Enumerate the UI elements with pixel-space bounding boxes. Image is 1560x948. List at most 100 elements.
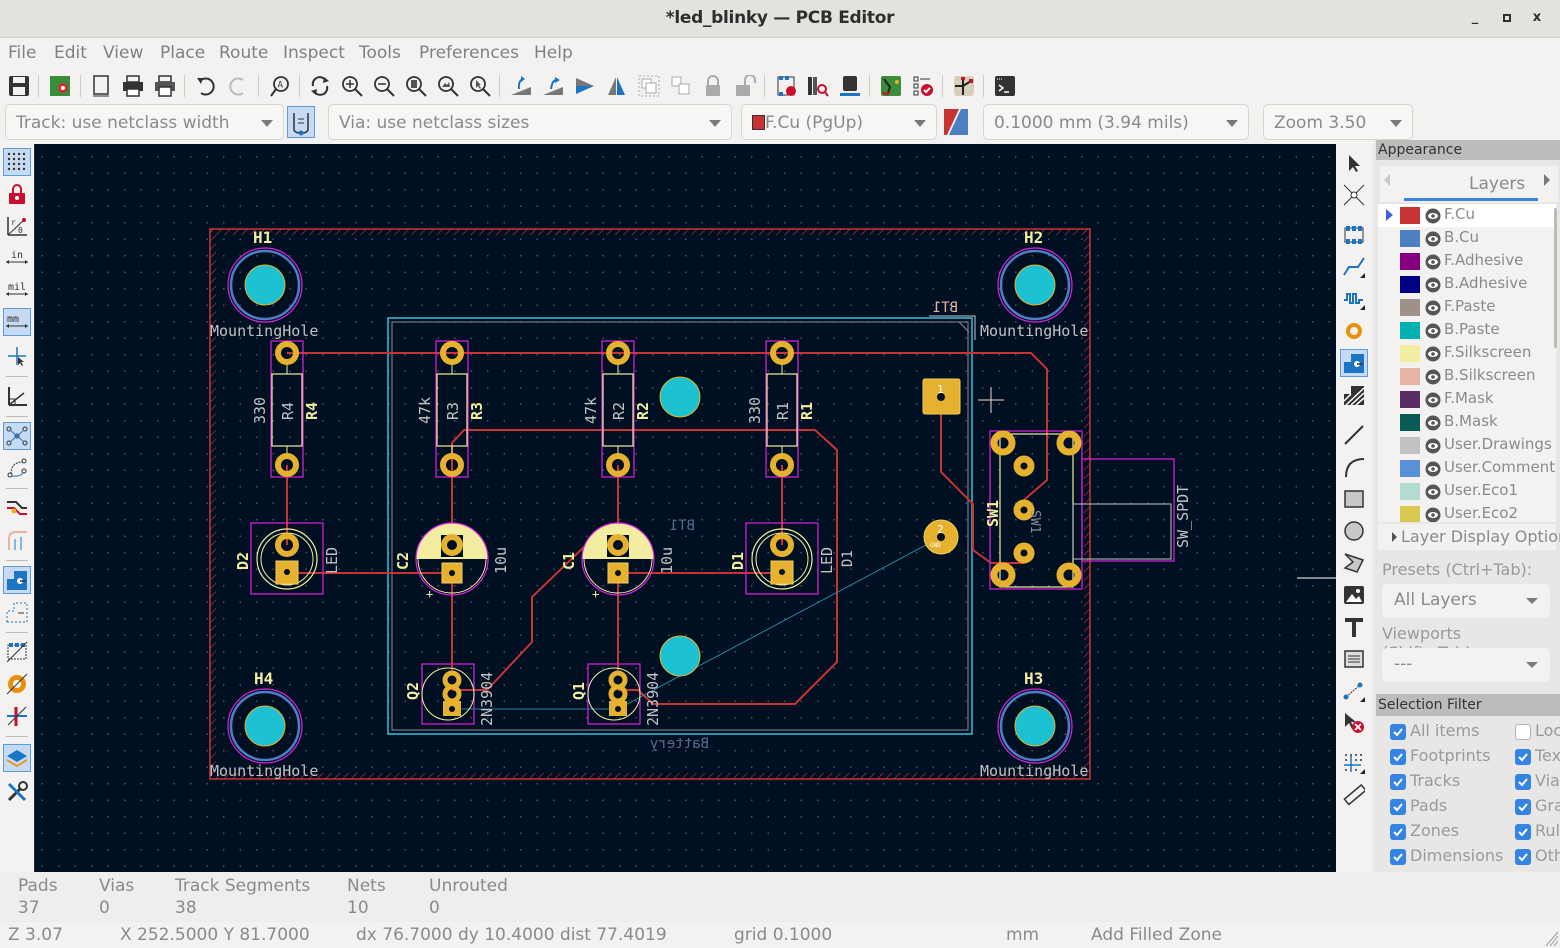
find-icon[interactable]: A bbox=[266, 72, 294, 100]
rectangle-icon[interactable] bbox=[1340, 485, 1368, 513]
layer-color-swatch[interactable] bbox=[1400, 230, 1420, 247]
layer-row[interactable]: B.Silkscreen bbox=[1378, 365, 1556, 388]
resize-grip-icon[interactable] bbox=[1544, 930, 1558, 946]
eye-icon[interactable] bbox=[1425, 300, 1441, 316]
tab-scroll-left[interactable] bbox=[1384, 174, 1390, 186]
units-mm-icon[interactable]: mm bbox=[3, 308, 31, 336]
layer-row[interactable]: B.Paste bbox=[1378, 319, 1556, 342]
grid-origin-icon[interactable] bbox=[1340, 749, 1368, 777]
filter-checkbox[interactable] bbox=[1390, 774, 1406, 790]
footprint-browser-icon[interactable] bbox=[804, 72, 832, 100]
pcb-drawing[interactable]: H1 MountingHole H2 MountingHole H3 MountingHo… bbox=[35, 144, 1336, 872]
layer-color-swatch[interactable] bbox=[1400, 483, 1420, 500]
eye-icon[interactable] bbox=[1425, 208, 1441, 224]
filter-checkbox[interactable] bbox=[1515, 824, 1531, 840]
eye-icon[interactable] bbox=[1425, 392, 1441, 408]
filter-checkbox[interactable] bbox=[1515, 799, 1531, 815]
select-icon[interactable] bbox=[1340, 149, 1368, 177]
zoom-objects-icon[interactable] bbox=[434, 72, 462, 100]
menu-preferences[interactable]: Preferences bbox=[419, 43, 519, 63]
minimize-button[interactable]: _ bbox=[1465, 8, 1485, 28]
zone-icon[interactable] bbox=[1340, 349, 1368, 377]
filter-checkbox[interactable] bbox=[1515, 849, 1531, 865]
update-pcb-icon[interactable] bbox=[877, 72, 905, 100]
filter-checkbox[interactable] bbox=[1515, 724, 1531, 740]
layer-row[interactable]: B.Cu bbox=[1378, 227, 1556, 250]
scripting-console-icon[interactable] bbox=[991, 72, 1019, 100]
drc-icon[interactable] bbox=[909, 72, 937, 100]
units-inch-icon[interactable]: in bbox=[3, 244, 31, 272]
local-ratsnest-icon[interactable] bbox=[1340, 181, 1368, 209]
tune-length-icon[interactable] bbox=[1340, 285, 1368, 313]
filter-checkbox[interactable] bbox=[1390, 824, 1406, 840]
maximize-button[interactable] bbox=[1497, 8, 1517, 28]
origin-icon[interactable] bbox=[3, 382, 31, 410]
textbox-icon[interactable] bbox=[1340, 645, 1368, 673]
image-icon[interactable] bbox=[1340, 581, 1368, 609]
board-setup-icon[interactable] bbox=[46, 72, 74, 100]
layer-row[interactable]: B.Adhesive bbox=[1378, 273, 1556, 296]
redo-icon[interactable] bbox=[224, 72, 252, 100]
unlock-icon[interactable] bbox=[731, 72, 759, 100]
3d-viewer-icon[interactable] bbox=[836, 72, 864, 100]
auto-width-toggle[interactable] bbox=[287, 106, 315, 138]
grid-toggle-icon[interactable] bbox=[3, 148, 31, 176]
rotate-cw-icon[interactable] bbox=[539, 72, 567, 100]
grid-select[interactable]: 0.1000 mm (3.94 mils) bbox=[983, 104, 1249, 140]
menu-edit[interactable]: Edit bbox=[54, 43, 87, 63]
footprint-add-icon[interactable] bbox=[1340, 221, 1368, 249]
dimension-icon[interactable] bbox=[1340, 677, 1368, 705]
page-settings-icon[interactable] bbox=[87, 72, 115, 100]
undo-icon[interactable] bbox=[192, 72, 220, 100]
zone-outline-icon[interactable] bbox=[3, 598, 31, 626]
layer-row[interactable]: F.Mask bbox=[1378, 388, 1556, 411]
layer-color-swatch[interactable] bbox=[1400, 506, 1420, 522]
route-track-icon[interactable] bbox=[1340, 253, 1368, 281]
layer-row[interactable]: User.Drawings bbox=[1378, 434, 1556, 457]
units-mil-icon[interactable]: mil bbox=[3, 276, 31, 304]
layer-color-swatch[interactable] bbox=[1400, 345, 1420, 362]
eye-icon[interactable] bbox=[1425, 438, 1441, 454]
menu-view[interactable]: View bbox=[103, 43, 143, 63]
layer-row[interactable]: F.Paste bbox=[1378, 296, 1556, 319]
cursor-crosshair-icon[interactable] bbox=[3, 342, 31, 370]
polar-coords-icon[interactable]: rθ bbox=[3, 212, 31, 240]
track-width-select[interactable]: Track: use netclass width bbox=[5, 104, 284, 140]
line-icon[interactable] bbox=[1340, 421, 1368, 449]
properties-icon[interactable] bbox=[3, 778, 31, 806]
layer-pair-icon[interactable] bbox=[943, 108, 969, 136]
mirror-icon[interactable] bbox=[603, 72, 631, 100]
filter-checkbox[interactable] bbox=[1390, 724, 1406, 740]
menu-place[interactable]: Place bbox=[160, 43, 205, 63]
curved-ratsnest-icon[interactable] bbox=[3, 454, 31, 482]
menu-inspect[interactable]: Inspect bbox=[283, 43, 345, 63]
delete-icon[interactable] bbox=[1340, 709, 1368, 737]
zoom-out-icon[interactable] bbox=[370, 72, 398, 100]
filter-checkbox[interactable] bbox=[1390, 849, 1406, 865]
eye-icon[interactable] bbox=[1425, 277, 1441, 293]
eye-icon[interactable] bbox=[1425, 507, 1441, 522]
layer-color-swatch[interactable] bbox=[1400, 276, 1420, 293]
viewports-select[interactable]: --- bbox=[1382, 648, 1550, 682]
layer-color-swatch[interactable] bbox=[1400, 253, 1420, 270]
pcb-canvas[interactable]: H1 MountingHole H2 MountingHole H3 MountingHo… bbox=[34, 144, 1336, 872]
lock-icon[interactable] bbox=[699, 72, 727, 100]
eye-icon[interactable] bbox=[1425, 346, 1441, 362]
layer-color-swatch[interactable] bbox=[1400, 207, 1420, 224]
plot-icon[interactable] bbox=[151, 72, 179, 100]
net-highlight-icon[interactable] bbox=[3, 702, 31, 730]
menu-tools[interactable]: Tools bbox=[359, 43, 401, 63]
save-icon[interactable] bbox=[5, 72, 33, 100]
lock-grid-icon[interactable] bbox=[3, 180, 31, 208]
eye-icon[interactable] bbox=[1425, 369, 1441, 385]
layer-color-swatch[interactable] bbox=[1400, 322, 1420, 339]
footprint-text-icon[interactable] bbox=[3, 638, 31, 666]
tab-layers[interactable]: Layers bbox=[1469, 174, 1525, 194]
flip-icon[interactable] bbox=[571, 72, 599, 100]
eye-icon[interactable] bbox=[1425, 461, 1441, 477]
eye-icon[interactable] bbox=[1425, 323, 1441, 339]
presets-select[interactable]: All Layers bbox=[1382, 584, 1550, 618]
refresh-icon[interactable] bbox=[306, 72, 334, 100]
layer-color-swatch[interactable] bbox=[1400, 391, 1420, 408]
layer-color-swatch[interactable] bbox=[1400, 460, 1420, 477]
